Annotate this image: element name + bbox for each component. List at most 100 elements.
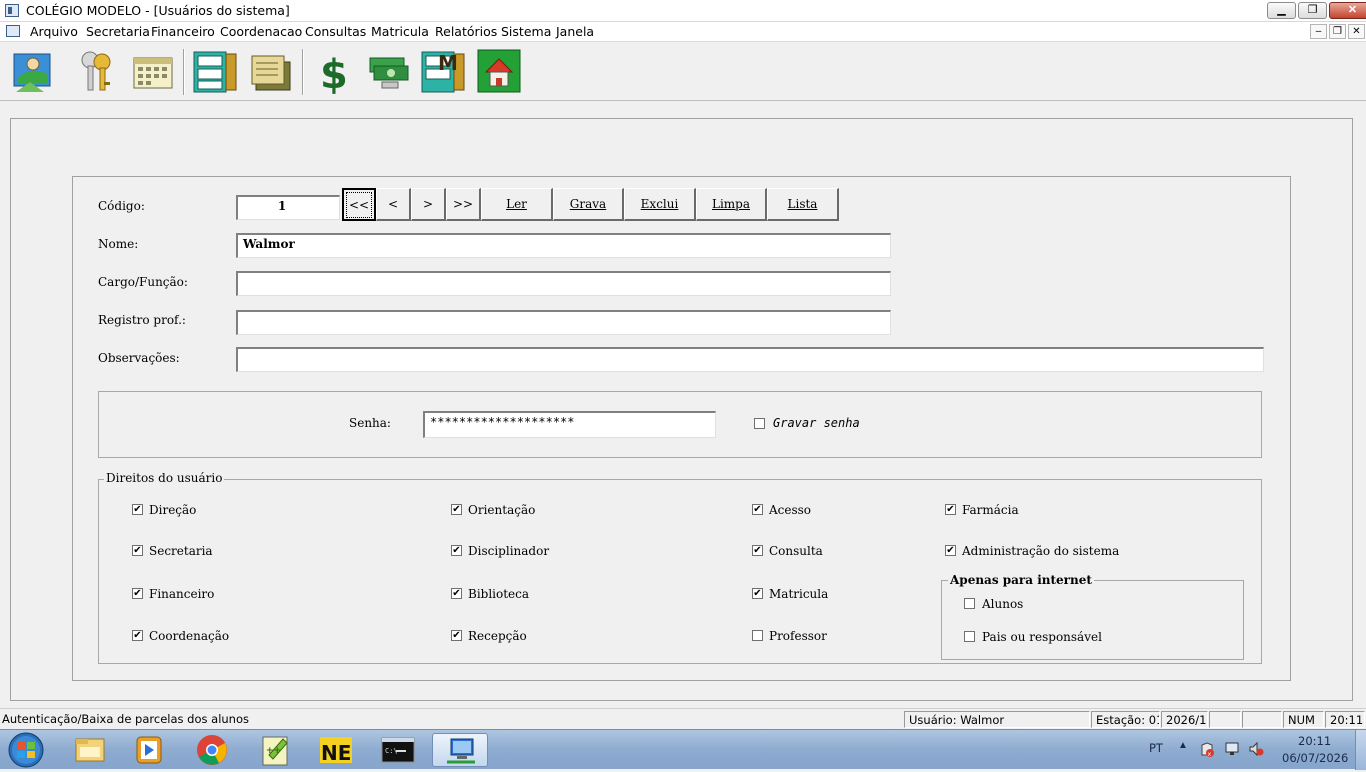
calendar-icon[interactable]	[130, 48, 176, 94]
cmd-icon[interactable]: C:\	[370, 733, 426, 767]
exclui-button[interactable]: Exclui	[624, 188, 696, 221]
dollar-icon[interactable]: $	[312, 48, 358, 98]
nero-icon[interactable]: NE	[308, 733, 364, 767]
keys-icon[interactable]	[74, 48, 120, 94]
filing-cabinet-icon[interactable]	[192, 48, 238, 94]
professor-checkbox[interactable]	[752, 630, 763, 641]
codigo-label: Código:	[98, 199, 145, 213]
rights-group-title: Direitos do usuário	[104, 471, 225, 485]
mdi-child-icon[interactable]	[6, 25, 20, 37]
recepcao-label: Recepção	[468, 629, 527, 643]
menu-matricula[interactable]: Matricula	[371, 24, 429, 39]
menu-coordenacao[interactable]: Coordenacao	[220, 24, 302, 39]
financeiro-checkbox[interactable]: ✔	[132, 588, 143, 599]
toolbar-separator	[302, 49, 304, 95]
pais-responsavel-checkbox[interactable]	[964, 631, 975, 642]
gravar-senha-checkbox[interactable]	[754, 418, 765, 429]
registro-field[interactable]	[236, 310, 891, 335]
menu-consultas[interactable]: Consultas	[305, 24, 366, 39]
lista-button[interactable]: Lista	[767, 188, 839, 221]
start-orb-icon[interactable]	[4, 731, 48, 769]
mdi-minimize-button[interactable]: –	[1310, 24, 1327, 39]
file-explorer-icon[interactable]	[62, 733, 118, 767]
ler-label: Ler	[506, 197, 527, 211]
admin-sistema-label: Administração do sistema	[962, 544, 1120, 558]
volume-muted-icon[interactable]	[1248, 741, 1264, 757]
disciplinador-checkbox[interactable]: ✔	[451, 545, 462, 556]
matricula-checkbox[interactable]: ✔	[752, 588, 763, 599]
codigo-field[interactable]: 1	[236, 195, 340, 220]
svg-text:NE: NE	[321, 741, 351, 765]
status-periodo: 2026/1	[1161, 711, 1208, 728]
action-center-icon[interactable]: x	[1199, 741, 1215, 758]
users-map-icon[interactable]	[10, 48, 56, 94]
alunos-checkbox[interactable]	[964, 598, 975, 609]
menu-financeiro[interactable]: Financeiro	[151, 24, 215, 39]
status-usuario: Usuário: Walmor	[904, 711, 1090, 728]
restore-button[interactable]: ❐	[1298, 2, 1327, 19]
menu-relatorios[interactable]: Relatórios	[435, 24, 497, 39]
window-title: COLÉGIO MODELO - [Usuários do sistema]	[26, 3, 290, 18]
acesso-label: Acesso	[769, 503, 812, 517]
disciplinador-label: Disciplinador	[468, 544, 550, 558]
acesso-checkbox[interactable]: ✔	[752, 504, 763, 515]
mdi-close-button[interactable]: ✕	[1348, 24, 1365, 39]
orientacao-checkbox[interactable]: ✔	[451, 504, 462, 515]
menu-sistema[interactable]: Sistema	[501, 24, 551, 39]
language-indicator[interactable]: PT	[1149, 741, 1163, 755]
pais-responsavel-label: Pais ou responsável	[982, 630, 1102, 644]
limpa-label: Limpa	[711, 197, 751, 211]
secretaria-checkbox[interactable]: ✔	[132, 545, 143, 556]
senha-label: Senha:	[349, 416, 391, 430]
financeiro-label: Financeiro	[149, 587, 215, 601]
show-desktop-button[interactable]	[1355, 730, 1366, 770]
network-tray-icon[interactable]	[1224, 741, 1240, 757]
ler-button[interactable]: Ler	[481, 188, 553, 221]
clock-date[interactable]: 06/07/2026	[1282, 751, 1348, 765]
nome-field[interactable]: Walmor	[236, 233, 891, 258]
svg-text:x: x	[1208, 751, 1212, 757]
recepcao-checkbox[interactable]: ✔	[451, 630, 462, 641]
status-num: NUM	[1283, 711, 1324, 728]
senha-field[interactable]: ********************	[423, 411, 716, 438]
tray-expand-icon[interactable]: ▲	[1178, 740, 1188, 751]
money-bills-icon[interactable]	[366, 48, 412, 94]
menu-janela[interactable]: Janela	[556, 24, 594, 39]
menu-arquivo[interactable]: Arquivo	[30, 24, 78, 39]
first-record-button[interactable]: <<	[342, 188, 376, 221]
farmacia-checkbox[interactable]: ✔	[945, 504, 956, 515]
coordenacao-checkbox[interactable]: ✔	[132, 630, 143, 641]
secretaria-label: Secretaria	[149, 544, 213, 558]
media-player-icon[interactable]	[121, 733, 177, 767]
mdi-restore-button[interactable]: ❐	[1329, 24, 1346, 39]
biblioteca-checkbox[interactable]: ✔	[451, 588, 462, 599]
prev-record-button[interactable]: <	[376, 188, 411, 221]
cabinet-m-icon[interactable]: M	[420, 48, 466, 94]
menu-secretaria[interactable]: Secretaria	[86, 24, 150, 39]
direcao-checkbox[interactable]: ✔	[132, 504, 143, 515]
status-blank-2	[1242, 711, 1282, 728]
app-icon[interactable]	[5, 4, 19, 17]
clock-time[interactable]: 20:11	[1298, 734, 1331, 748]
grava-button[interactable]: Grava	[553, 188, 624, 221]
consulta-checkbox[interactable]: ✔	[752, 545, 763, 556]
chrome-icon[interactable]	[184, 733, 240, 767]
coordenacao-label: Coordenação	[149, 629, 230, 643]
farmacia-label: Farmácia	[962, 503, 1019, 517]
limpa-button[interactable]: Limpa	[696, 188, 767, 221]
close-button[interactable]: ✕	[1329, 2, 1366, 19]
next-record-button[interactable]: >	[411, 188, 446, 221]
notepad-plus-plus-icon[interactable]: ++	[247, 733, 303, 767]
cargo-field[interactable]	[236, 271, 891, 296]
observacoes-field[interactable]	[236, 347, 1264, 372]
home-icon[interactable]	[476, 48, 522, 94]
observacoes-label: Observações:	[98, 351, 180, 365]
network-app-icon[interactable]	[432, 733, 488, 767]
internet-group-title: Apenas para internet	[948, 573, 1094, 587]
last-record-button[interactable]: >>	[446, 188, 481, 221]
menu-bar: Arquivo Secretaria Financeiro Coordenaca…	[0, 22, 1366, 42]
documents-stack-icon[interactable]	[248, 48, 294, 94]
admin-sistema-checkbox[interactable]: ✔	[945, 545, 956, 556]
minimize-button[interactable]: ▁	[1267, 2, 1296, 19]
registro-label: Registro prof.:	[98, 313, 186, 327]
